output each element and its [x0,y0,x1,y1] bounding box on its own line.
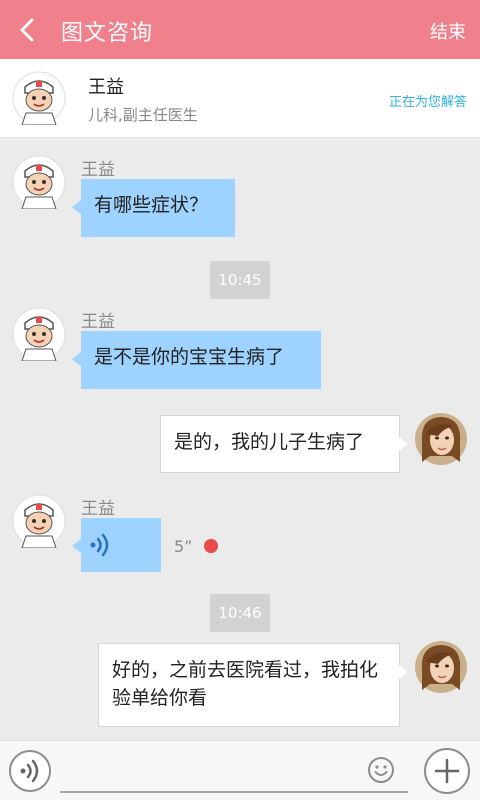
voice-duration: 5” [174,537,193,556]
doctor-title: 儿科,副主任医生 [88,106,198,124]
message-bubble[interactable]: 有哪些症状？ [72,179,235,237]
message-bubble[interactable]: 好的，之前去医院看过，我拍化验单给你看 [98,643,408,727]
voice-message-bubble[interactable] [72,518,161,572]
message-input[interactable] [60,749,408,793]
doctor-avatar [12,71,66,125]
chevron-left-icon [20,18,34,42]
plus-icon [434,758,460,784]
page-title: 图文咨询 [61,21,154,46]
end-consultation-button[interactable]: 结束 [430,18,466,44]
emoji-button[interactable] [366,755,396,785]
header-bar: 图文咨询 结束 [0,0,480,59]
unread-dot [204,539,218,553]
input-bar [0,740,480,800]
doctor-avatar[interactable] [12,494,66,548]
message-bubble[interactable]: 是不是你的宝宝生病了 [72,331,321,389]
message-sender: 王益 [81,160,115,180]
timestamp: 10:46 [210,594,270,632]
user-avatar[interactable] [414,412,468,466]
voice-wave-icon [90,533,109,557]
message-bubble[interactable]: 是的，我的儿子生病了 [160,415,408,473]
message-sender: 王益 [81,499,115,519]
back-button[interactable] [12,14,44,46]
message-sender: 王益 [81,312,115,332]
voice-wave-icon [20,759,39,783]
doctor-avatar[interactable] [12,155,66,209]
smiley-icon [368,757,394,783]
user-avatar[interactable] [414,640,468,694]
voice-input-button[interactable] [9,750,51,792]
status-text: 正在为您解答 [388,95,467,110]
more-options-button[interactable] [424,748,470,794]
doctor-name: 王益 [88,77,124,98]
doctor-avatar[interactable] [12,307,66,361]
doctor-info-card[interactable]: 王益 儿科,副主任医生 正在为您解答 [0,59,480,138]
timestamp: 10:45 [210,261,270,299]
